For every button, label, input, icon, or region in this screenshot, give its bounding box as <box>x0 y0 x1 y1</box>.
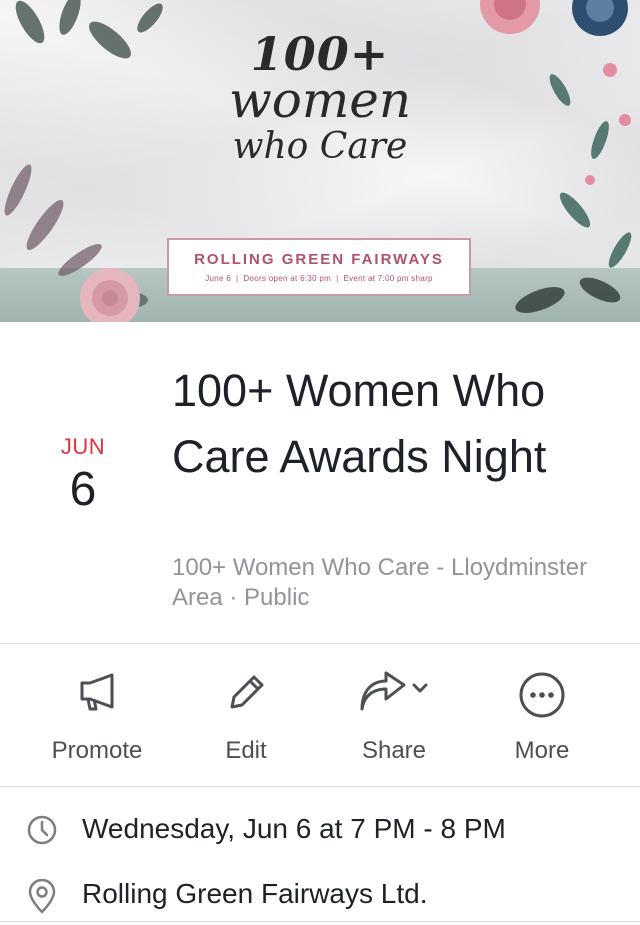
more-label: More <box>514 737 570 764</box>
cover-title-line2: women <box>228 71 412 129</box>
cover-title-line3: who Care <box>232 126 408 167</box>
event-host-link[interactable]: 100+ Women Who Care - Lloydminster Area <box>172 554 587 611</box>
cover-venue-box: ROLLING GREEN FAIRWAYS June 6 | Doors open… <box>167 238 471 296</box>
more-dots-icon <box>519 672 565 718</box>
event-location-row[interactable]: Rolling Green Fairways Ltd. <box>0 865 640 925</box>
cover-venue-event: Event at 7:00 pm sharp <box>343 274 433 283</box>
divider <box>0 643 640 644</box>
cover-title-art: 100+ women who Care <box>200 30 440 168</box>
edit-button[interactable]: Edit <box>172 645 320 785</box>
event-time-text: Wednesday, Jun 6 at 7 PM - 8 PM <box>82 813 506 844</box>
pencil-icon <box>230 675 264 709</box>
clock-icon <box>27 815 57 845</box>
megaphone-icon <box>80 673 114 711</box>
event-title: 100+ Women Who Care Awards Night <box>172 365 547 482</box>
share-button[interactable]: Share <box>320 645 468 785</box>
cover-venue-info: June 6 | Doors open at 6:30 pm | Event at 7:… <box>205 274 433 283</box>
event-time-row[interactable]: Wednesday, Jun 6 at 7 PM - 8 PM <box>0 800 640 860</box>
promote-button[interactable]: Promote <box>23 645 171 785</box>
event-date-badge: JUN 6 <box>40 434 126 516</box>
event-day: 6 <box>69 463 97 516</box>
event-month: JUN <box>60 434 106 459</box>
share-label: Share <box>361 737 427 764</box>
edit-label: Edit <box>225 737 267 764</box>
event-privacy: Public <box>244 584 310 611</box>
location-pin-icon <box>28 879 56 914</box>
cover-venue-date: June 6 <box>205 274 232 283</box>
event-action-bar: Promote Edit Share More <box>0 645 640 785</box>
promote-label: Promote <box>51 737 143 764</box>
event-subtitle: 100+ Women Who Care - Lloydminster Area … <box>172 554 588 611</box>
share-arrow-icon <box>360 671 428 711</box>
cover-venue-doors: Doors open at 6:30 pm <box>243 274 332 283</box>
event-location-text: Rolling Green Fairways Ltd. <box>82 878 428 909</box>
event-cover-photo[interactable]: 100+ women who Care ROLLING GREEN FAIRWA… <box>0 0 640 322</box>
divider <box>0 921 640 922</box>
more-button[interactable]: More <box>468 645 616 785</box>
divider <box>0 786 640 787</box>
cover-venue-name: ROLLING GREEN FAIRWAYS <box>194 251 444 268</box>
